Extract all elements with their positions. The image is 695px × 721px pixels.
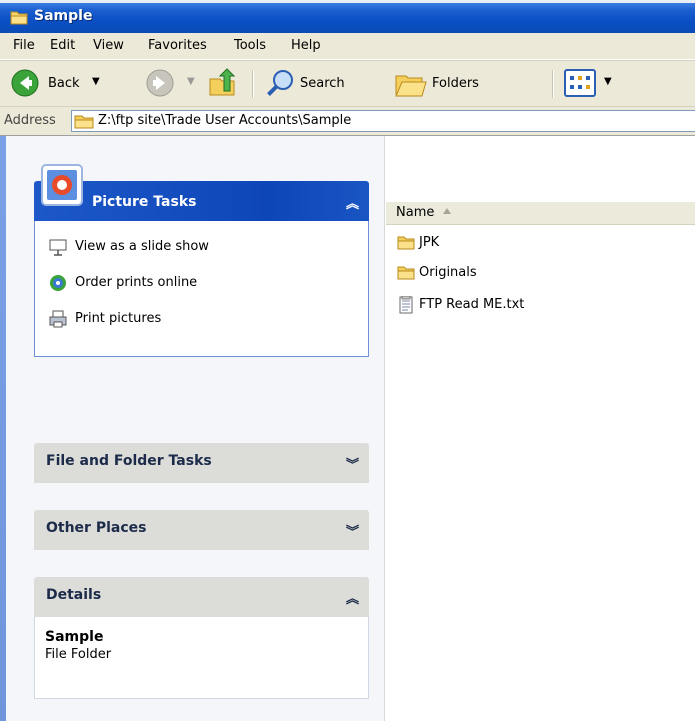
- folder-icon: [10, 11, 28, 25]
- other-places-title: Other Places: [46, 520, 147, 536]
- other-places-panel: Other Places ︾: [34, 510, 369, 550]
- details-title: Details: [46, 587, 102, 603]
- file-name: FTP Read ME.txt: [419, 297, 525, 312]
- expand-chevron-icon[interactable]: ︾: [346, 521, 359, 540]
- folder-icon: [397, 236, 415, 250]
- address-bar: Address Z:\ftp site\Trade User Accounts\…: [0, 106, 695, 136]
- expand-chevron-icon[interactable]: ︾: [346, 454, 359, 473]
- picture-tasks-icon: [41, 164, 83, 206]
- folder-icon: [397, 266, 415, 280]
- views-icon: [564, 69, 596, 97]
- address-input[interactable]: Z:\ftp site\Trade User Accounts\Sample: [71, 110, 695, 132]
- picture-tasks-header[interactable]: Picture Tasks ︽: [34, 164, 369, 221]
- up-folder-button[interactable]: [205, 61, 245, 107]
- search-button[interactable]: Search: [260, 61, 400, 107]
- task-pane: Picture Tasks ︽ View as a slide show Ord…: [0, 136, 384, 721]
- slideshow-icon: [49, 239, 67, 256]
- forward-arrow-icon: [146, 69, 174, 97]
- picture-tasks-panel: Picture Tasks ︽ View as a slide show Ord…: [34, 164, 369, 357]
- details-panel: Details ︽ Sample File Folder: [34, 577, 369, 699]
- task-label: View as a slide show: [75, 239, 209, 254]
- menu-tools[interactable]: Tools: [234, 38, 266, 53]
- collapse-chevron-icon[interactable]: ︽: [346, 193, 359, 212]
- views-button[interactable]: ▼: [562, 61, 626, 107]
- file-name: Originals: [419, 265, 477, 280]
- menu-favorites[interactable]: Favorites: [148, 38, 207, 53]
- address-label: Address: [4, 113, 56, 128]
- menu-file[interactable]: File: [13, 38, 35, 53]
- details-type: File Folder: [45, 647, 112, 662]
- menu-bar: File Edit View Favorites Tools Help: [0, 33, 695, 60]
- folders-button[interactable]: Folders: [392, 61, 552, 107]
- file-list-pane[interactable]: Name JPK Originals FTP Read ME.txt: [384, 136, 695, 721]
- file-folder-tasks-panel: File and Folder Tasks ︾: [34, 443, 369, 483]
- file-name: JPK: [419, 235, 440, 250]
- column-header-name[interactable]: Name: [386, 202, 695, 225]
- details-name: Sample: [45, 629, 104, 645]
- menu-help[interactable]: Help: [291, 38, 321, 53]
- picture-tasks-title: Picture Tasks: [92, 194, 197, 210]
- search-label: Search: [300, 76, 345, 91]
- file-folder-tasks-header[interactable]: File and Folder Tasks ︾: [34, 443, 369, 483]
- toolbar: Back ▼ ▼ Search Folders ▼: [0, 60, 695, 106]
- title-bar[interactable]: Sample: [0, 0, 695, 33]
- forward-button[interactable]: ▼: [145, 61, 205, 107]
- details-header[interactable]: Details ︽: [34, 577, 369, 617]
- folders-label: Folders: [432, 76, 479, 91]
- sort-ascending-icon: [443, 208, 451, 214]
- menu-edit[interactable]: Edit: [50, 38, 75, 53]
- back-button[interactable]: Back ▼: [8, 61, 120, 107]
- menu-view[interactable]: View: [93, 38, 124, 53]
- column-name-label: Name: [396, 205, 435, 220]
- task-label: Order prints online: [75, 275, 198, 290]
- task-label: Print pictures: [75, 311, 162, 326]
- back-arrow-icon: [11, 69, 39, 97]
- back-label: Back: [48, 76, 80, 91]
- window-title: Sample: [34, 8, 93, 24]
- details-body: Sample File Folder: [34, 617, 369, 699]
- order-prints-icon: [50, 275, 66, 291]
- search-icon: [267, 70, 293, 96]
- address-path: Z:\ftp site\Trade User Accounts\Sample: [98, 113, 352, 128]
- picture-tasks-body: View as a slide show Order prints online: [34, 221, 369, 357]
- back-dropdown-icon[interactable]: ▼: [92, 76, 100, 87]
- printer-icon: [49, 310, 67, 328]
- collapse-chevron-icon[interactable]: ︽: [346, 588, 359, 607]
- file-folder-tasks-title: File and Folder Tasks: [46, 453, 212, 469]
- views-dropdown-icon[interactable]: ▼: [604, 76, 612, 87]
- folder-icon: [74, 115, 94, 129]
- other-places-header[interactable]: Other Places ︾: [34, 510, 369, 550]
- folders-icon: [395, 75, 427, 97]
- text-file-icon: [399, 296, 413, 314]
- up-folder-icon: [209, 68, 236, 96]
- forward-dropdown-icon[interactable]: ▼: [187, 76, 195, 87]
